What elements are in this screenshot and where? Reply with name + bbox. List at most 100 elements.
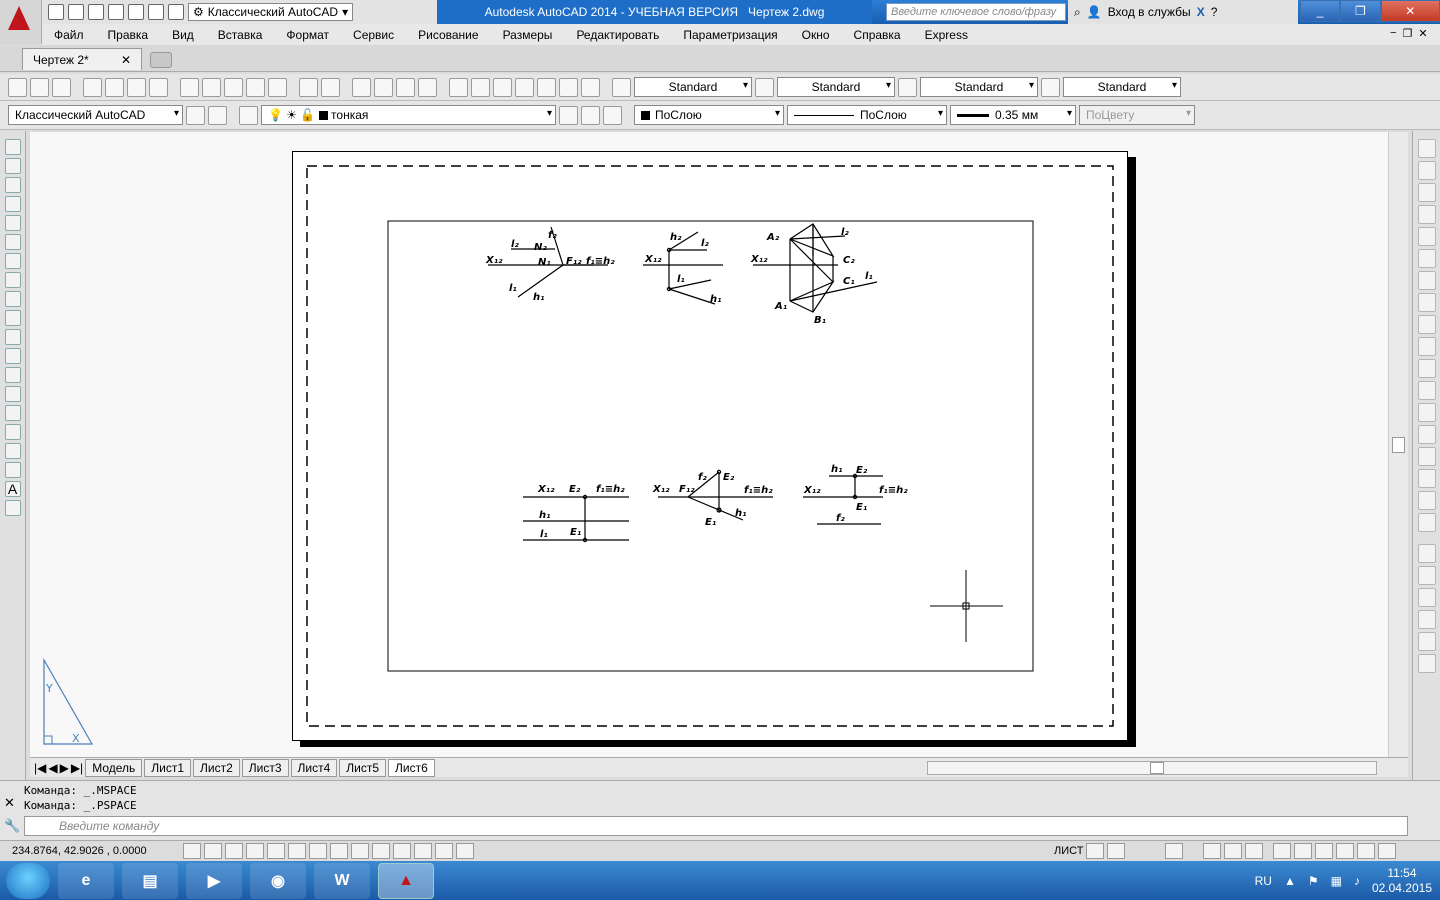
polar-icon[interactable] xyxy=(267,843,285,859)
hscroll-thumb[interactable] xyxy=(1149,761,1164,774)
point-icon[interactable] xyxy=(4,386,21,402)
erase-icon[interactable] xyxy=(1417,139,1436,158)
redo-icon[interactable] xyxy=(321,77,340,97)
internet-explorer-icon[interactable]: e xyxy=(58,862,114,899)
signin-button[interactable]: Вход в службы xyxy=(1108,5,1191,19)
menu-parametric[interactable]: Параметризация xyxy=(671,28,789,42)
layer-states-icon[interactable] xyxy=(603,105,622,125)
close-command-icon[interactable]: ✕ xyxy=(4,795,15,811)
menu-file[interactable]: Файл xyxy=(42,28,96,42)
mleader-style-select[interactable]: Standard xyxy=(1063,77,1181,97)
wrench-icon[interactable]: 🔧 xyxy=(4,818,20,834)
save-icon[interactable] xyxy=(88,4,104,20)
language-indicator[interactable]: RU xyxy=(1255,874,1272,888)
paste-icon[interactable] xyxy=(224,77,243,97)
construction-line-icon[interactable] xyxy=(4,158,21,174)
auto-scale-icon[interactable] xyxy=(1245,843,1264,859)
transparency-icon[interactable] xyxy=(414,843,432,859)
infer-icon[interactable] xyxy=(183,843,201,859)
quickcalc-icon[interactable] xyxy=(559,77,578,97)
quick-view-layouts-icon[interactable] xyxy=(1086,843,1105,859)
trim-icon[interactable] xyxy=(1417,337,1436,356)
properties-icon[interactable] xyxy=(449,77,468,97)
ellipse-icon[interactable] xyxy=(4,310,21,326)
plot-icon[interactable] xyxy=(83,77,102,97)
workspace-switch-icon[interactable] xyxy=(1273,843,1292,859)
save-icon[interactable] xyxy=(52,77,71,97)
chrome-icon[interactable]: ◉ xyxy=(250,862,306,899)
menu-tools[interactable]: Сервис xyxy=(341,28,406,42)
spline-icon[interactable] xyxy=(4,291,21,307)
make-block-icon[interactable] xyxy=(4,367,21,383)
match-props-icon[interactable] xyxy=(268,77,287,97)
redo-icon[interactable] xyxy=(168,4,184,20)
revision-cloud-icon[interactable] xyxy=(4,272,21,288)
draworder-under-icon[interactable] xyxy=(1417,610,1436,629)
menu-format[interactable]: Формат xyxy=(274,28,341,42)
toolbar-lock-icon[interactable] xyxy=(1294,843,1313,859)
tab-sheet3[interactable]: Лист3 xyxy=(241,758,289,777)
clean-screen-icon[interactable] xyxy=(1378,843,1397,859)
stretch-icon[interactable] xyxy=(1417,315,1436,334)
cut-icon[interactable] xyxy=(180,77,199,97)
status-menu-icon[interactable] xyxy=(1357,843,1376,859)
region-icon[interactable] xyxy=(4,443,21,459)
prev-tab-button[interactable]: ◀ xyxy=(48,761,57,775)
paper-space-toggle[interactable]: ЛИСТ xyxy=(1054,845,1083,857)
menu-window[interactable]: Окно xyxy=(790,28,842,42)
volume-icon[interactable]: ♪ xyxy=(1354,874,1360,888)
chamfer-icon[interactable] xyxy=(1417,447,1436,466)
search-input[interactable]: Введите ключевое слово/фразу xyxy=(886,3,1066,21)
close-button[interactable]: ✕ xyxy=(1380,0,1440,22)
3d-osnap-icon[interactable] xyxy=(309,843,327,859)
otrack-icon[interactable] xyxy=(330,843,348,859)
menu-express[interactable]: Express xyxy=(913,28,980,42)
quick-view-drawings-icon[interactable] xyxy=(1107,843,1126,859)
break-icon[interactable] xyxy=(1417,403,1436,422)
zoom-previous-icon[interactable] xyxy=(418,77,437,97)
tab-sheet6[interactable]: Лист6 xyxy=(388,758,435,777)
publish-icon[interactable] xyxy=(127,77,146,97)
help-icon[interactable]: ? xyxy=(1211,5,1218,19)
app-menu-button[interactable] xyxy=(0,0,42,44)
scroll-thumb[interactable] xyxy=(1392,437,1405,453)
design-center-icon[interactable] xyxy=(471,77,490,97)
circle-icon[interactable] xyxy=(4,253,21,269)
menu-edit[interactable]: Правка xyxy=(96,28,161,42)
insert-block-icon[interactable] xyxy=(4,348,21,364)
menu-insert[interactable]: Вставка xyxy=(206,28,275,42)
grid-icon[interactable] xyxy=(225,843,243,859)
vertical-scrollbar[interactable] xyxy=(1388,132,1408,757)
mtext-icon[interactable]: A xyxy=(4,481,21,497)
horizontal-scrollbar[interactable] xyxy=(926,760,1377,775)
close-icon[interactable]: ✕ xyxy=(121,53,131,67)
media-player-icon[interactable]: ▶ xyxy=(186,862,242,899)
osnap-icon[interactable] xyxy=(288,843,306,859)
linetype-select[interactable]: ПоСлою xyxy=(787,105,947,125)
scale-icon[interactable] xyxy=(1417,293,1436,312)
tray-expand-icon[interactable]: ▲ xyxy=(1284,874,1296,888)
join-icon[interactable] xyxy=(1417,425,1436,444)
ortho-icon[interactable] xyxy=(246,843,264,859)
zoom-window-icon[interactable] xyxy=(396,77,415,97)
table-style-select[interactable]: Standard xyxy=(920,77,1038,97)
tab-sheet2[interactable]: Лист2 xyxy=(193,758,240,777)
gradient-icon[interactable] xyxy=(4,424,21,440)
new-tab-button[interactable] xyxy=(150,52,172,68)
print-icon[interactable] xyxy=(128,4,144,20)
minimize-button[interactable]: _ xyxy=(1300,0,1341,22)
copy-object-icon[interactable] xyxy=(1417,161,1436,180)
workspace-select-2[interactable]: Классический AutoCAD xyxy=(8,105,183,125)
pan-icon[interactable] xyxy=(352,77,371,97)
markup-icon[interactable] xyxy=(537,77,556,97)
hardware-accel-icon[interactable] xyxy=(1315,843,1334,859)
draworder-front-icon[interactable] xyxy=(1417,544,1436,563)
layer-previous-icon[interactable] xyxy=(581,105,600,125)
tab-sheet4[interactable]: Лист4 xyxy=(290,758,338,777)
coordinates-readout[interactable]: 234.8764, 42.9026 , 0.0000 xyxy=(0,845,180,857)
workspace-select[interactable]: ⚙ Классический AutoCAD ▾ xyxy=(188,3,354,21)
sc-icon[interactable] xyxy=(456,843,474,859)
polyline-icon[interactable] xyxy=(4,177,21,193)
hatch-back-icon[interactable] xyxy=(1417,654,1436,673)
dyn-icon[interactable] xyxy=(372,843,390,859)
